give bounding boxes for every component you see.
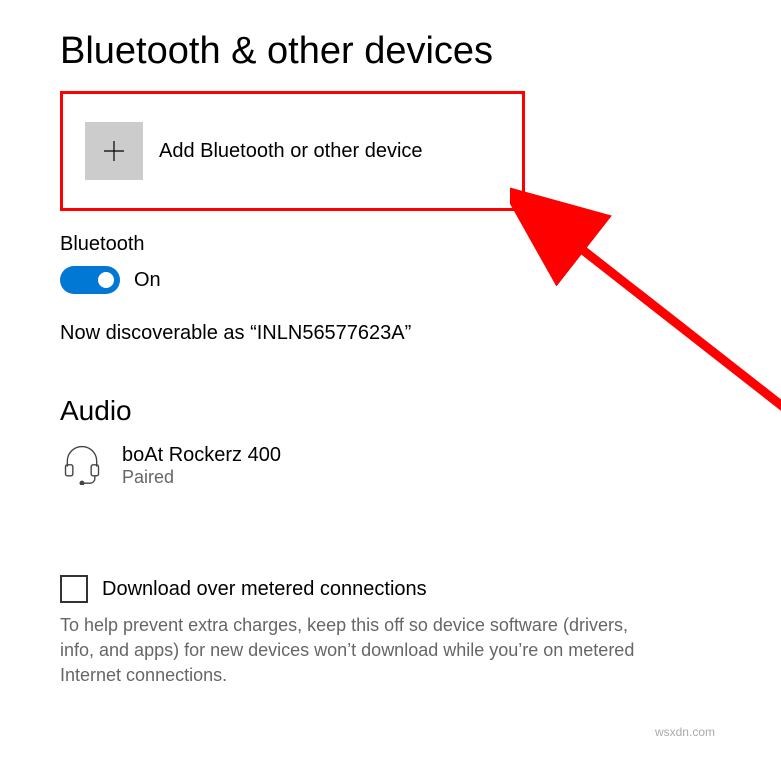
page-title: Bluetooth & other devices bbox=[60, 30, 721, 73]
bluetooth-toggle-state: On bbox=[134, 269, 161, 292]
plus-icon bbox=[85, 122, 143, 180]
add-device-button[interactable]: Add Bluetooth or other device bbox=[85, 122, 423, 180]
bluetooth-toggle[interactable] bbox=[60, 266, 120, 294]
metered-help-text: To help prevent extra charges, keep this… bbox=[60, 613, 660, 689]
discoverable-text: Now discoverable as “INLN56577623A” bbox=[60, 322, 721, 345]
audio-device-name: boAt Rockerz 400 bbox=[122, 444, 281, 467]
metered-checkbox-label: Download over metered connections bbox=[102, 578, 427, 601]
metered-checkbox[interactable] bbox=[60, 575, 88, 603]
bluetooth-label: Bluetooth bbox=[60, 233, 721, 256]
headset-icon bbox=[60, 441, 104, 490]
audio-section-header: Audio bbox=[60, 395, 721, 427]
add-device-label: Add Bluetooth or other device bbox=[159, 140, 423, 163]
watermark: wsxdn.com bbox=[655, 725, 715, 739]
toggle-knob bbox=[98, 272, 114, 288]
audio-device-status: Paired bbox=[122, 467, 281, 488]
audio-device-item[interactable]: boAt Rockerz 400 Paired bbox=[60, 441, 721, 490]
add-device-highlight-box: Add Bluetooth or other device bbox=[60, 91, 525, 211]
